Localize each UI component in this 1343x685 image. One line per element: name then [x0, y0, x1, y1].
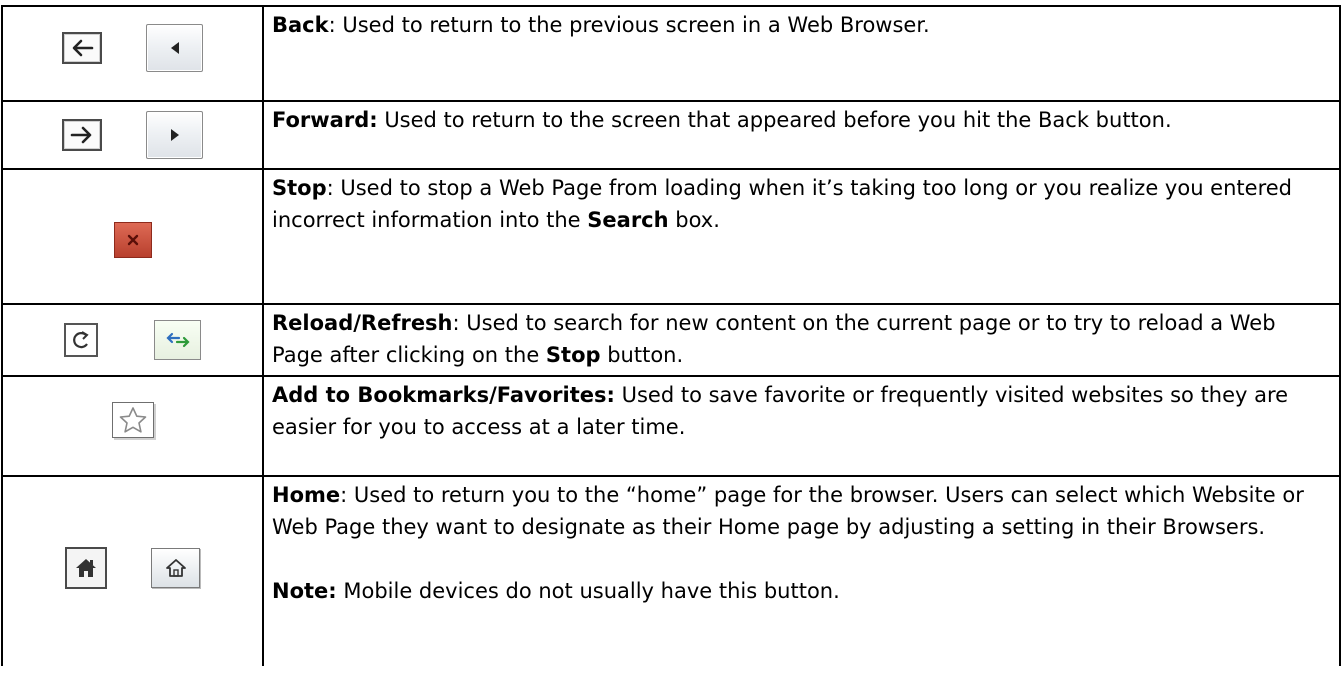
description-home: : Used to return you to the “home” page …	[272, 483, 1304, 539]
description-stop-after: box.	[668, 208, 720, 232]
icon-cell-stop	[1, 168, 264, 305]
description-cell-stop: Stop: Used to stop a Web Page from loadi…	[262, 168, 1341, 305]
description-cell-back: Back: Used to return to the previous scr…	[262, 5, 1341, 102]
emphasis-stop: Stop	[545, 343, 601, 367]
term-stop: Stop	[272, 176, 327, 200]
term-home: Home	[272, 483, 341, 507]
description-reload-after: button.	[600, 343, 684, 367]
back-arrow-icon	[62, 31, 102, 64]
icon-cell-bookmarks	[1, 375, 264, 477]
reload-icon	[64, 323, 98, 357]
icon-cell-forward	[1, 100, 264, 170]
description-stop-before: : Used to stop a Web Page from loading w…	[272, 176, 1292, 232]
icon-cell-back	[1, 5, 264, 102]
icon-cell-home	[1, 475, 264, 666]
forward-arrow-icon	[62, 119, 102, 151]
description-cell-reload: Reload/Refresh: Used to search for new c…	[262, 303, 1341, 377]
term-back: Back	[272, 13, 329, 37]
table-row-home: Home: Used to return you to the “home” p…	[1, 475, 1341, 666]
note-text: Mobile devices do not usually have this …	[336, 579, 840, 603]
star-outline-icon	[111, 402, 154, 438]
description-back: : Used to return to the previous screen …	[328, 13, 930, 37]
home-outline-icon	[151, 547, 200, 588]
home-note: Note: Mobile devices do not usually have…	[272, 575, 1333, 607]
table-row-reload: Reload/Refresh: Used to search for new c…	[1, 303, 1341, 377]
term-reload: Reload/Refresh	[272, 311, 453, 335]
description-cell-home: Home: Used to return you to the “home” p…	[262, 475, 1341, 666]
back-triangle-icon	[146, 23, 203, 72]
refresh-arrows-icon	[154, 320, 201, 360]
stop-x-icon	[113, 221, 152, 258]
description-cell-forward: Forward: Used to return to the screen th…	[262, 100, 1341, 170]
table-row-bookmarks: Add to Bookmarks/Favorites: Used to save…	[1, 375, 1341, 477]
icon-cell-reload	[1, 303, 264, 377]
description-forward: Used to return to the screen that appear…	[377, 108, 1172, 132]
browser-buttons-table: Back: Used to return to the previous scr…	[1, 5, 1341, 666]
table-row-forward: Forward: Used to return to the screen th…	[1, 100, 1341, 170]
emphasis-search: Search	[587, 208, 669, 232]
term-forward: Forward:	[272, 108, 378, 132]
forward-triangle-icon	[146, 111, 203, 159]
table-row-stop: Stop: Used to stop a Web Page from loadi…	[1, 168, 1341, 305]
note-label: Note:	[272, 579, 337, 603]
term-bookmarks: Add to Bookmarks/Favorites:	[272, 383, 615, 407]
home-paragraph: Home: Used to return you to the “home” p…	[272, 479, 1333, 543]
description-cell-bookmarks: Add to Bookmarks/Favorites: Used to save…	[262, 375, 1341, 477]
home-dark-icon	[65, 546, 107, 589]
table-row-back: Back: Used to return to the previous scr…	[1, 5, 1341, 102]
